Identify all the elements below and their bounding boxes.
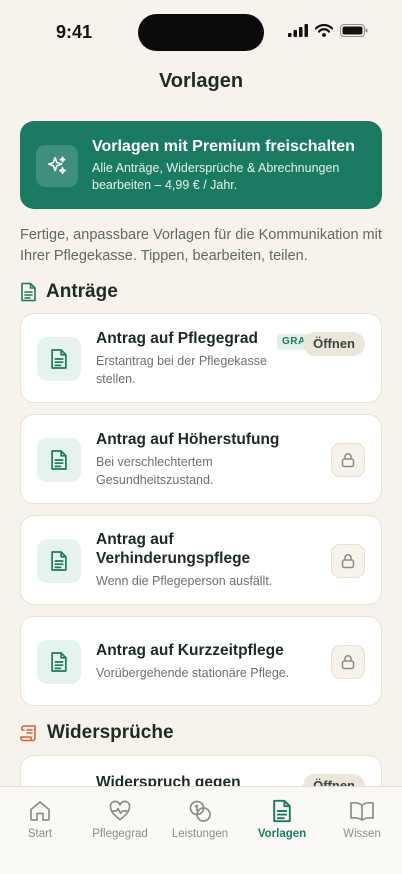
tab-leistungen[interactable]: Leistungen — [160, 799, 240, 840]
wifi-icon — [315, 24, 333, 37]
status-bar: 9:41 — [0, 0, 402, 62]
template-card-antrag-verhinderungspflege[interactable]: Antrag auf Verhinderungspflege Wenn die … — [20, 515, 382, 605]
tab-label: Pflegegrad — [92, 828, 148, 840]
card-title: Antrag auf Kurzzeitpflege — [96, 641, 284, 659]
document-icon — [37, 640, 81, 684]
card-description: Vorübergehende stationäre Pflege. — [96, 665, 290, 680]
tab-label: Start — [27, 828, 53, 840]
tab-label: Wissen — [343, 828, 381, 840]
page-title: Vorlagen — [158, 70, 244, 92]
section-header-antraege: Anträge — [20, 281, 118, 303]
document-icon — [37, 337, 81, 381]
tab-label: Vorlagen — [257, 828, 307, 840]
coins-icon — [189, 800, 211, 822]
cellular-signal-icon — [288, 24, 308, 37]
card-title: Antrag auf Pflegegrad — [96, 329, 258, 347]
document-icon — [37, 539, 81, 583]
lock-icon[interactable] — [331, 645, 365, 679]
tab-start[interactable]: Start — [0, 799, 80, 840]
heart-pulse-icon — [109, 800, 131, 821]
document-icon — [21, 282, 36, 302]
card-title: Antrag auf Verhinderungspflege — [96, 531, 251, 567]
open-button[interactable]: Öffnen — [303, 332, 365, 356]
section-title: Widersprüche — [47, 722, 174, 743]
card-description: Bei verschlechtertem Gesundheitszustand. — [96, 454, 214, 487]
tab-vorlagen[interactable]: Vorlagen — [242, 799, 322, 840]
battery-icon — [340, 24, 368, 37]
scroll-icon — [20, 725, 36, 742]
sparkles-icon — [36, 145, 78, 187]
template-card-antrag-kurzzeitpflege[interactable]: Antrag auf Kurzzeitpflege Vorübergehende… — [20, 616, 382, 706]
status-icons — [288, 24, 368, 37]
premium-banner[interactable]: Vorlagen mit Premium freischalten Alle A… — [20, 121, 382, 209]
lock-icon[interactable] — [331, 544, 365, 578]
intro-text: Fertige, anpassbare Vorlagen für die Kom… — [20, 227, 382, 264]
document-icon — [37, 438, 81, 482]
card-description: Erstantrag bei der Pflegekasse stellen. — [96, 353, 267, 386]
template-card-antrag-pflegegrad[interactable]: Antrag auf Pflegegrad Erstantrag bei der… — [20, 313, 382, 403]
dynamic-island — [138, 14, 264, 51]
section-title: Anträge — [46, 281, 118, 302]
document-icon — [273, 799, 291, 823]
premium-title: Vorlagen mit Premium freischalten — [92, 138, 355, 155]
tab-bar: Start Pflegegrad Leistungen Vorlagen Wis… — [0, 786, 402, 874]
tab-wissen[interactable]: Wissen — [322, 799, 402, 840]
card-description: Wenn die Pflegeperson ausfällt. — [96, 574, 273, 588]
tab-pflegegrad[interactable]: Pflegegrad — [80, 799, 160, 840]
premium-subtitle: Alle Anträge, Widersprüche & Abrechnunge… — [92, 161, 340, 192]
book-icon — [350, 801, 374, 821]
template-card-antrag-hoeherstufung[interactable]: Antrag auf Höherstufung Bei verschlechte… — [20, 414, 382, 504]
card-title: Antrag auf Höherstufung — [96, 430, 280, 448]
tab-label: Leistungen — [171, 828, 229, 840]
status-time: 9:41 — [56, 22, 93, 42]
lock-icon[interactable] — [331, 443, 365, 477]
section-header-widersprueche: Widersprüche — [20, 722, 174, 744]
home-icon — [30, 801, 50, 821]
